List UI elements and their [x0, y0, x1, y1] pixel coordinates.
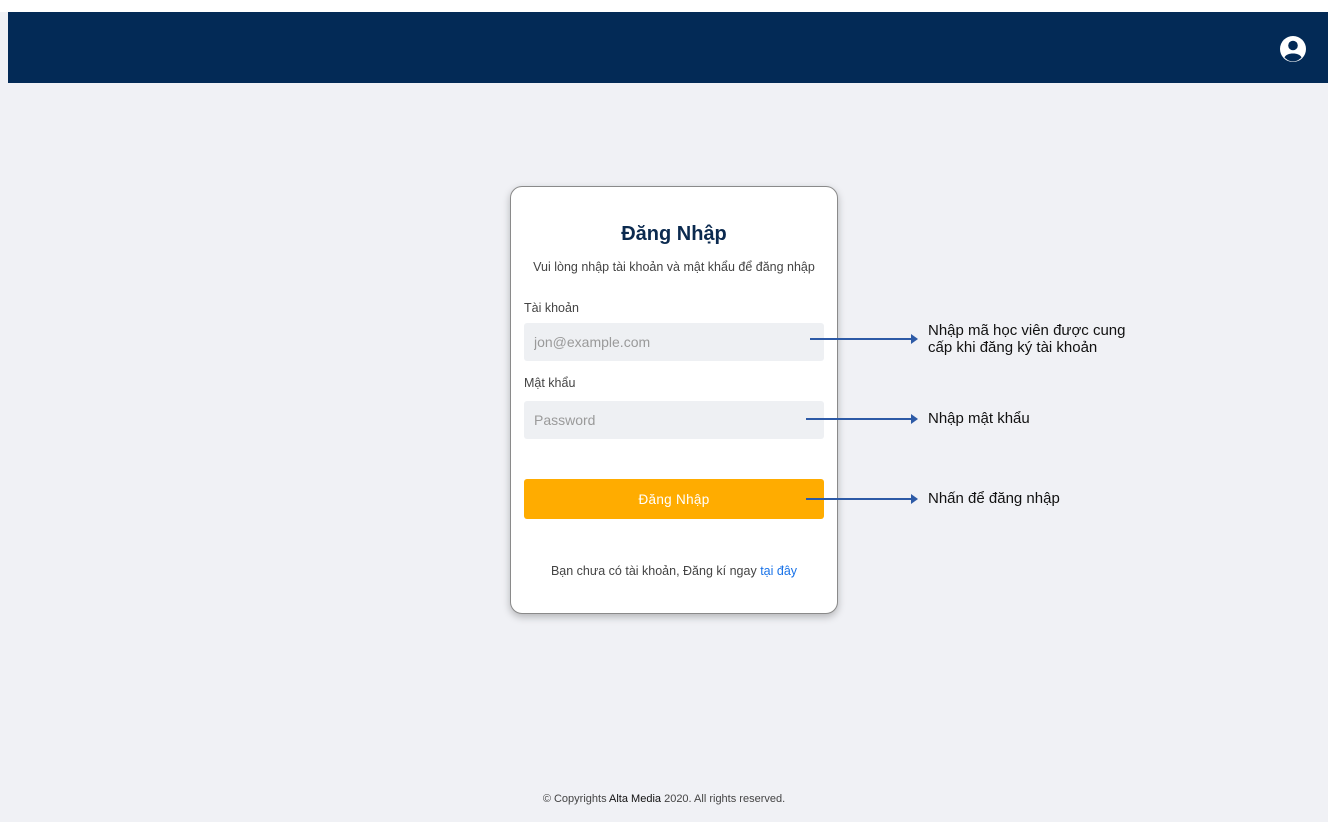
arrow-head-icon — [911, 414, 918, 424]
submit-arrow — [806, 494, 918, 504]
signup-text: Bạn chưa có tài khoản, Đăng kí ngay — [550, 564, 757, 578]
signup-prompt: Bạn chưa có tài khoản, Đăng kí ngay tại … — [511, 564, 837, 578]
username-annotation-line2: cấp khi đăng ký tài khoản — [928, 339, 1098, 356]
top-navbar — [8, 12, 1328, 83]
footer-copyright: © Copyrights Alta Media 2020. All rights… — [0, 793, 1328, 805]
password-annotation: Nhập mật khẩu — [928, 410, 1030, 427]
footer-brand: Alta Media — [609, 793, 662, 805]
submit-annotation: Nhấn để đăng nhập — [928, 490, 1060, 507]
footer-suffix: 2020. All rights reserved. — [664, 793, 786, 805]
arrow-head-icon — [911, 494, 918, 504]
username-label: Tài khoản — [524, 301, 579, 315]
login-subtitle: Vui lòng nhập tài khoản và mật khẩu để đ… — [533, 260, 815, 274]
username-annotation: Nhập mã học viên được cung cấp khi đăng … — [928, 322, 1125, 356]
login-title: Đăng Nhập — [621, 223, 727, 245]
username-annotation-line1: Nhập mã học viên được cung — [928, 322, 1126, 339]
user-circle-icon[interactable] — [1279, 35, 1307, 63]
login-button[interactable]: Đăng Nhập — [524, 479, 824, 519]
arrow-head-icon — [911, 334, 918, 344]
password-arrow — [806, 414, 918, 424]
password-input[interactable] — [524, 401, 824, 439]
footer-prefix: © Copyrights — [542, 793, 607, 805]
top-strip — [0, 0, 1328, 12]
username-input[interactable] — [524, 323, 824, 361]
username-arrow — [810, 334, 918, 344]
signup-link[interactable]: tại đây — [760, 564, 797, 578]
login-card: Đăng Nhập Vui lòng nhập tài khoản và mật… — [510, 186, 838, 614]
password-label: Mật khẩu — [524, 376, 576, 390]
